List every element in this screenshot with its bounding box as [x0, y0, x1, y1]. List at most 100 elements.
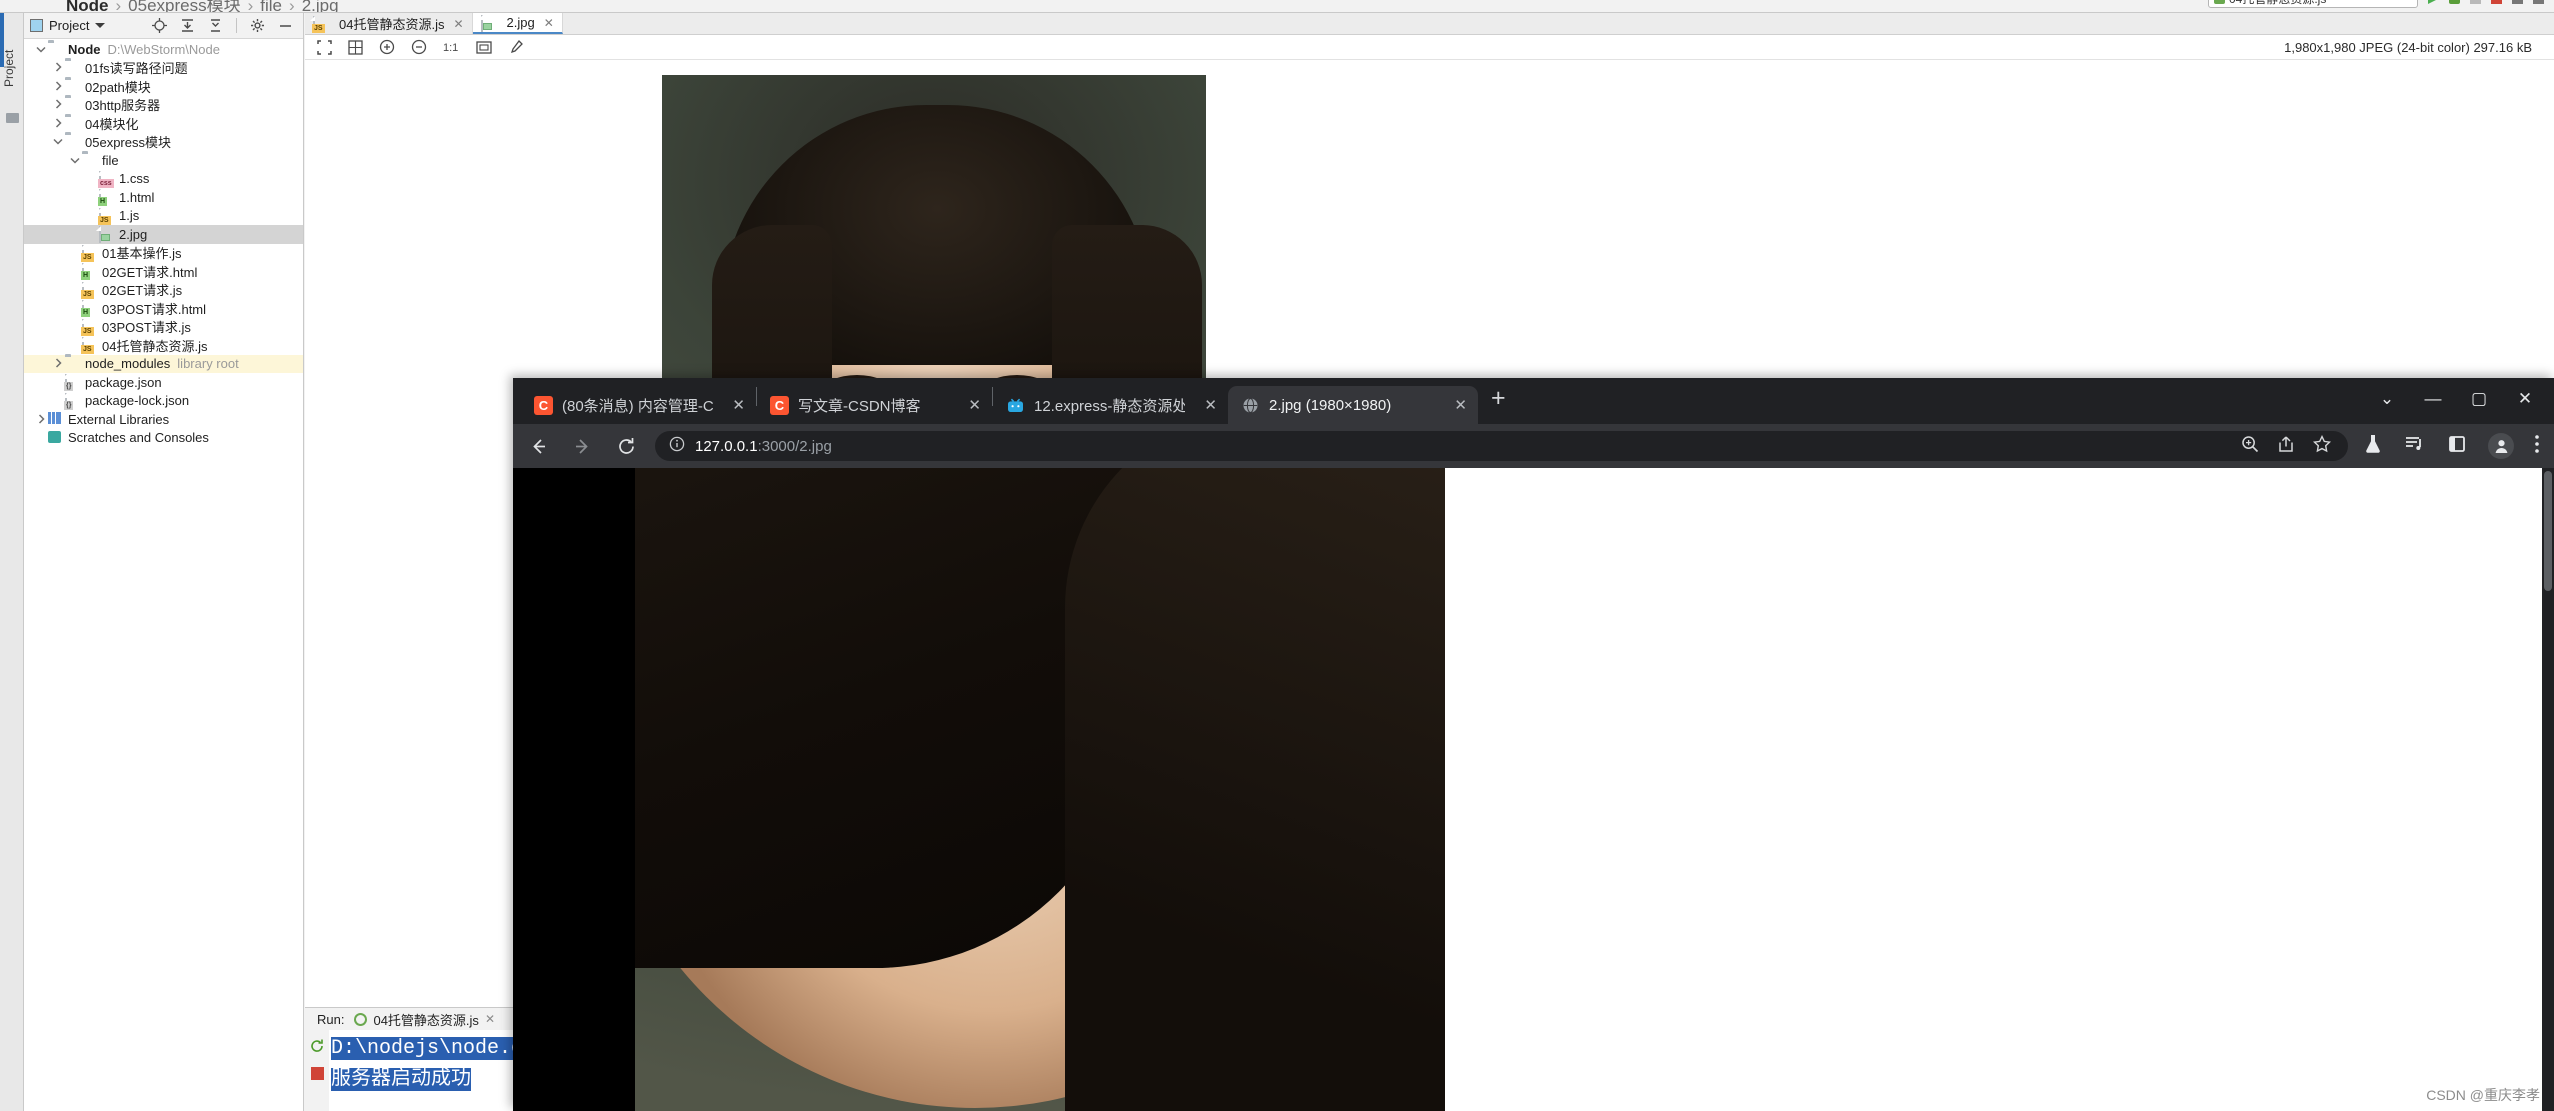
tree-item-ScratchesandConsoles[interactable]: Scratches and Consoles — [24, 429, 303, 448]
close-icon[interactable]: ✕ — [1194, 396, 1217, 414]
chevron-right-icon[interactable] — [34, 412, 48, 426]
maximize-button[interactable]: ▢ — [2456, 378, 2502, 420]
zoom-out-icon[interactable] — [411, 39, 427, 55]
expand-all-icon[interactable] — [208, 18, 223, 33]
locate-icon[interactable] — [152, 18, 167, 33]
browser-tab[interactable]: C 写文章-CSDN博客 ✕ — [757, 386, 992, 424]
close-icon[interactable]: ✕ — [485, 1012, 495, 1026]
fit-to-window-icon[interactable] — [317, 39, 332, 55]
close-icon[interactable]: ✕ — [722, 396, 745, 414]
rail-item-project[interactable]: Project — [2, 33, 22, 103]
tree-item-label: 02GET请求.js — [102, 283, 183, 299]
side-panel-icon[interactable] — [2446, 433, 2468, 460]
tree-item-03POST.html[interactable]: H 03POST请求.html — [24, 299, 303, 318]
site-info-icon[interactable] — [669, 436, 685, 456]
tree-item-package.json[interactable]: {} package.json — [24, 373, 303, 392]
editor-tab[interactable]: JS 04托管静态资源.js ✕ — [305, 13, 473, 34]
chevron-down-icon[interactable] — [68, 153, 82, 167]
tree-item-file[interactable]: file — [24, 151, 303, 170]
three-dot-menu-icon[interactable] — [2534, 433, 2540, 460]
chevron-right-icon[interactable] — [51, 79, 65, 93]
tree-item-1.js[interactable]: JS 1.js — [24, 207, 303, 226]
viewport-image[interactable] — [635, 468, 1445, 1111]
minimize-button[interactable]: — — [2410, 378, 2456, 420]
chevron-right-icon[interactable] — [51, 98, 65, 112]
reload-button[interactable] — [611, 431, 641, 461]
back-button[interactable] — [523, 431, 553, 461]
tree-item-05express[interactable]: 05express模块 — [24, 133, 303, 152]
settings-icon[interactable] — [2533, 0, 2544, 4]
profile-avatar[interactable] — [2488, 433, 2514, 459]
zoom-to-fit-icon[interactable] — [476, 40, 492, 55]
run-button-icon[interactable] — [2428, 0, 2439, 4]
breadcrumb-root[interactable]: Node — [66, 0, 109, 12]
run-tab[interactable]: 04托管静态资源.js ✕ — [354, 1010, 495, 1029]
flask-icon[interactable] — [2362, 433, 2384, 460]
reading-list-icon[interactable] — [2404, 433, 2426, 460]
bookmark-star-icon[interactable] — [2312, 434, 2332, 458]
debug-button-icon[interactable] — [2449, 0, 2460, 4]
tree-item-02path[interactable]: 02path模块 — [24, 77, 303, 96]
tree-item-01.js[interactable]: JS 01基本操作.js — [24, 244, 303, 263]
tree-item-01fs[interactable]: 01fs读写路径问题 — [24, 59, 303, 78]
tree-item-02GET.js[interactable]: JS 02GET请求.js — [24, 281, 303, 300]
close-icon[interactable]: ✕ — [958, 396, 981, 414]
browser-tab[interactable]: 2.jpg (1980×1980) ✕ — [1228, 386, 1478, 424]
chevron-down-icon[interactable] — [51, 135, 65, 149]
chevron-down-icon[interactable] — [95, 23, 106, 28]
editor-tab-strip[interactable]: JS 04托管静态资源.js ✕ 2.jpg ✕ — [305, 13, 2554, 35]
collapse-all-icon[interactable] — [180, 18, 195, 33]
tree-item-node_modules[interactable]: node_modules library root — [24, 354, 303, 373]
tree-item-04.js[interactable]: JS 04托管静态资源.js — [24, 336, 303, 355]
minimize-icon[interactable] — [278, 18, 293, 33]
chevron-right-icon[interactable] — [51, 116, 65, 130]
share-icon[interactable] — [2276, 434, 2296, 458]
color-picker-icon[interactable] — [508, 39, 524, 55]
run-configuration-selector[interactable]: 04托管静态资源.js — [2208, 0, 2418, 8]
address-bar[interactable]: 127.0.0.1:3000/2.jpg — [655, 431, 2348, 461]
browser-tab-strip[interactable]: C(80条消息) 内容管理-CSDN创✕C写文章-CSDN博客✕12.expre… — [513, 378, 2554, 424]
chevron-right-icon[interactable] — [51, 357, 65, 371]
browser-tab[interactable]: C (80条消息) 内容管理-CSDN创 ✕ — [521, 386, 756, 424]
new-tab-button[interactable]: + — [1478, 384, 1519, 419]
tree-item-Node[interactable]: Node D:\WebStorm\Node — [24, 40, 303, 59]
close-window-button[interactable]: ✕ — [2502, 378, 2548, 420]
chevron-down-icon[interactable] — [34, 42, 48, 56]
breadcrumb-part-0[interactable]: 05express模块 — [128, 0, 240, 12]
tree-item-03http[interactable]: 03http服务器 — [24, 96, 303, 115]
breadcrumb-part-1[interactable]: file — [260, 0, 282, 12]
actual-size-icon[interactable]: 1:1 — [443, 40, 460, 54]
chevron-right-icon[interactable] — [51, 61, 65, 75]
search-everywhere-icon[interactable] — [2512, 0, 2523, 4]
project-panel-title[interactable]: Project — [49, 18, 89, 33]
transparency-grid-icon[interactable] — [348, 39, 363, 55]
zoom-icon[interactable] — [2240, 434, 2260, 458]
tree-item-1.html[interactable]: H 1.html — [24, 188, 303, 207]
tree-item-1.css[interactable]: css 1.css — [24, 170, 303, 189]
breadcrumb[interactable]: Node › 05express模块 › file › 2.jpg — [66, 0, 339, 12]
browser-tab[interactable]: 12.express-静态资源处理_哔 ✕ — [993, 386, 1228, 424]
stop-icon[interactable] — [310, 1067, 324, 1080]
close-icon[interactable]: ✕ — [544, 16, 554, 30]
image-info-label: 1,980x1,980 JPEG (24-bit color) 297.16 k… — [2284, 39, 2532, 55]
breadcrumb-part-2[interactable]: 2.jpg — [302, 0, 339, 12]
viewport-scrollbar[interactable] — [2542, 468, 2554, 1111]
editor-tab[interactable]: 2.jpg ✕ — [472, 13, 563, 34]
tree-item-02GET.html[interactable]: H 02GET请求.html — [24, 262, 303, 281]
stop-button-icon[interactable] — [2491, 0, 2502, 4]
tree-item-ExternalLibraries[interactable]: External Libraries — [24, 410, 303, 429]
gear-icon[interactable] — [250, 18, 265, 33]
tab-search-icon[interactable]: ⌄ — [2364, 378, 2410, 420]
rerun-icon[interactable] — [309, 1038, 325, 1054]
zoom-in-icon[interactable] — [379, 39, 395, 55]
tree-item-03POST.js[interactable]: JS 03POST请求.js — [24, 318, 303, 337]
rail-structure-icon[interactable] — [6, 113, 19, 123]
coverage-icon[interactable] — [2470, 0, 2481, 4]
tree-item-04[interactable]: 04模块化 — [24, 114, 303, 133]
tree-item-package-lock.json[interactable]: {} package-lock.json — [24, 392, 303, 411]
close-icon[interactable]: ✕ — [1444, 396, 1467, 414]
project-file-tree[interactable]: Node D:\WebStorm\Node 01fs读写路径问题 02path模块 03… — [24, 40, 303, 826]
forward-button[interactable] — [567, 431, 597, 461]
close-icon[interactable]: ✕ — [453, 17, 463, 31]
tree-item-2.jpg[interactable]: 2.jpg — [24, 225, 303, 244]
